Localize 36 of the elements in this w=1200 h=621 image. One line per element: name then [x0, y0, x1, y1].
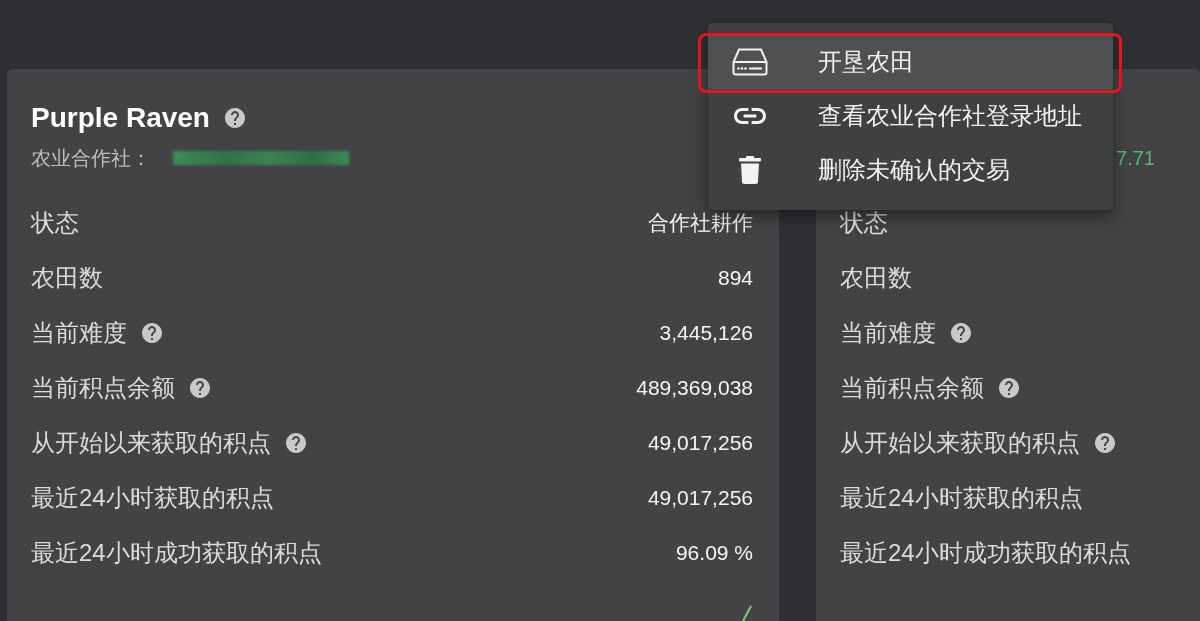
stat-label: 状态 [840, 207, 888, 238]
stat-label: 从开始以来获取的积点 [840, 427, 1080, 458]
stat-value: 489,369,038 [636, 374, 753, 401]
help-icon[interactable] [142, 322, 162, 343]
stat-value: 合作社耕作 [648, 209, 753, 236]
help-icon[interactable] [224, 108, 245, 128]
help-icon[interactable] [286, 432, 306, 453]
stat-label: 当前积点余额 [31, 372, 175, 403]
stat-label: 从开始以来获取的积点 [31, 427, 271, 458]
balance-value: 7.71 [1116, 146, 1155, 170]
stat-label: 最近24小时成功获取的积点 [840, 537, 1131, 568]
menu-item[interactable]: 查看农业合作社登录地址 [708, 89, 1113, 143]
link-icon [734, 108, 766, 124]
help-icon[interactable] [1095, 432, 1115, 453]
stat-label: 最近24小时成功获取的积点 [31, 537, 322, 568]
stat-label: 当前难度 [840, 317, 936, 348]
stat-label: 当前积点余额 [840, 372, 984, 403]
stat-label: 农田数 [31, 262, 103, 293]
stat-label: 最近24小时获取的积点 [840, 482, 1083, 513]
help-icon[interactable] [951, 322, 971, 343]
help-icon[interactable] [190, 377, 210, 398]
stat-value: 49,017,256 [647, 429, 753, 456]
pool-label: 农业合作社： [31, 146, 151, 170]
stat-value: 96.09 % [675, 539, 753, 566]
stat-label: 当前难度 [31, 317, 127, 348]
stat-label: 最近24小时获取的积点 [31, 482, 274, 513]
stat-label: 状态 [31, 207, 79, 238]
help-icon[interactable] [999, 377, 1019, 398]
menu-item[interactable]: 删除未确认的交易 [708, 143, 1113, 197]
hard-drive-icon [732, 48, 768, 76]
card-title: Purple Raven [31, 101, 210, 135]
stat-value: 49,017,256 [647, 484, 753, 511]
stat-label: 农田数 [840, 262, 912, 293]
stat-value: 894 [717, 264, 753, 291]
trash-icon [739, 156, 761, 184]
stat-value: 3,445,126 [659, 319, 753, 346]
